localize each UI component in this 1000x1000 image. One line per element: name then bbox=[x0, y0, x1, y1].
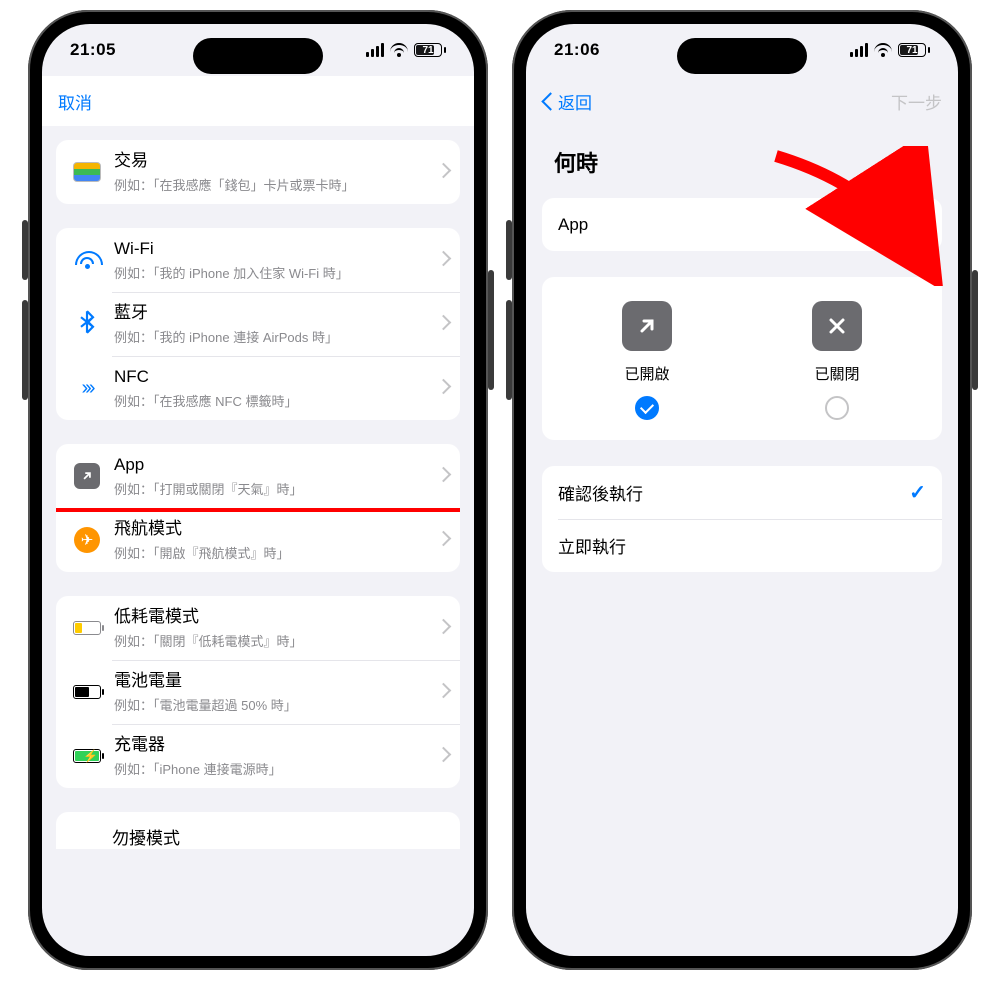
back-button[interactable]: 返回 bbox=[542, 89, 622, 114]
chevron-left-icon bbox=[542, 91, 554, 111]
battery-icon: 71 bbox=[898, 43, 930, 57]
trigger-row-wifi[interactable]: Wi-Fi 例如：「我的 iPhone 加入住家 Wi-Fi 時」 bbox=[56, 228, 460, 292]
trigger-row-charger[interactable]: ⚡ 充電器 例如：「iPhone 連接電源時」 bbox=[56, 724, 460, 788]
trigger-row-wallet[interactable]: 交易 例如：「在我感應「錢包」卡片或票卡時」 bbox=[56, 140, 460, 204]
chevron-right-icon bbox=[438, 253, 446, 267]
low-power-icon bbox=[73, 621, 101, 635]
wifi-icon bbox=[390, 43, 408, 57]
trigger-row-lowpower[interactable]: 低耗電模式 例如：「關閉『低耗電模式』時」 bbox=[56, 596, 460, 660]
status-time: 21:05 bbox=[70, 40, 116, 60]
chevron-right-icon bbox=[438, 533, 446, 547]
trigger-row-dnd[interactable]: 勿擾模式 bbox=[56, 812, 460, 849]
chevron-right-icon bbox=[438, 317, 446, 331]
phone-frame-left: 21:05 71 取消 bbox=[28, 10, 488, 970]
chevron-right-icon bbox=[438, 165, 446, 179]
section-title: 何時 bbox=[526, 126, 958, 188]
row-subtitle: 例如：「在我感應「錢包」卡片或票卡時」 bbox=[114, 175, 438, 194]
screen-left: 21:05 71 取消 bbox=[42, 24, 474, 956]
option-closed[interactable]: 已關閉 bbox=[767, 301, 907, 420]
list-group: 低耗電模式 例如：「關閉『低耗電模式』時」 電池電量 例如：「電池電量超過 50… bbox=[56, 596, 460, 788]
dynamic-island bbox=[677, 38, 807, 74]
radio-opened[interactable] bbox=[635, 396, 659, 420]
cellular-icon bbox=[366, 43, 384, 57]
close-icon bbox=[812, 301, 862, 351]
wallet-icon bbox=[73, 162, 101, 182]
trigger-list[interactable]: 交易 例如：「在我感應「錢包」卡片或票卡時」 Wi-Fi 例如：「我的 iPho… bbox=[42, 126, 474, 956]
chevron-right-icon bbox=[438, 749, 446, 763]
run-immediate-row[interactable]: 立即執行 bbox=[542, 519, 942, 572]
bluetooth-icon bbox=[78, 310, 96, 338]
battery-level-icon bbox=[73, 685, 101, 699]
app-open-icon bbox=[74, 463, 100, 489]
nav-bar: 取消 bbox=[42, 76, 474, 126]
status-time: 21:06 bbox=[554, 40, 600, 60]
nav-bar: 返回 下一步 bbox=[526, 76, 958, 126]
row-title: 交易 bbox=[114, 150, 438, 172]
checkmark-icon: ✓ bbox=[909, 480, 926, 505]
cellular-icon bbox=[850, 43, 868, 57]
option-opened[interactable]: 已開啟 bbox=[577, 301, 717, 420]
radio-closed[interactable] bbox=[825, 396, 849, 420]
app-label: App bbox=[558, 215, 588, 235]
nfc-icon: ››› bbox=[82, 377, 93, 400]
choose-button[interactable]: 選擇 bbox=[892, 212, 926, 237]
chevron-right-icon bbox=[438, 685, 446, 699]
wifi-trigger-icon bbox=[75, 251, 99, 269]
trigger-row-battery-level[interactable]: 電池電量 例如：「電池電量超過 50% 時」 bbox=[56, 660, 460, 724]
run-mode-card: 確認後執行 ✓ 立即執行 bbox=[542, 466, 942, 572]
wifi-icon bbox=[874, 43, 892, 57]
cancel-button[interactable]: 取消 bbox=[58, 89, 92, 114]
list-group: 交易 例如：「在我感應「錢包」卡片或票卡時」 bbox=[56, 140, 460, 204]
trigger-row-airplane[interactable]: ✈ 飛航模式 例如：「開啟『飛航模式』時」 bbox=[56, 508, 460, 572]
next-button[interactable]: 下一步 bbox=[891, 89, 942, 114]
arrow-up-right-icon bbox=[622, 301, 672, 351]
battery-icon: 71 bbox=[414, 43, 446, 57]
chevron-right-icon bbox=[438, 381, 446, 395]
trigger-row-bluetooth[interactable]: 藍牙 例如：「我的 iPhone 連接 AirPods 時」 bbox=[56, 292, 460, 356]
screen-right: 21:06 71 返回 下一步 bbox=[526, 24, 958, 956]
automation-config: 何時 App 選擇 已開啟 bbox=[526, 126, 958, 956]
chevron-right-icon bbox=[438, 469, 446, 483]
run-confirm-row[interactable]: 確認後執行 ✓ bbox=[542, 466, 942, 519]
list-group: App 例如：「打開或關閉『天氣』時」 ✈ 飛航模式 例如：「開啟『飛航模式』時… bbox=[56, 444, 460, 572]
app-selector-card: App 選擇 bbox=[542, 198, 942, 251]
phone-frame-right: 21:06 71 返回 下一步 bbox=[512, 10, 972, 970]
airplane-icon: ✈ bbox=[74, 527, 100, 553]
chevron-right-icon bbox=[438, 621, 446, 635]
trigger-row-app[interactable]: App 例如：「打開或關閉『天氣』時」 bbox=[56, 444, 460, 508]
state-options-card: 已開啟 已關閉 bbox=[542, 277, 942, 440]
app-selector-row[interactable]: App 選擇 bbox=[542, 198, 942, 251]
dynamic-island bbox=[193, 38, 323, 74]
list-group: Wi-Fi 例如：「我的 iPhone 加入住家 Wi-Fi 時」 藍牙 例如：… bbox=[56, 228, 460, 420]
charger-icon: ⚡ bbox=[73, 749, 101, 763]
trigger-row-nfc[interactable]: ››› NFC 例如：「在我感應 NFC 標籤時」 bbox=[56, 356, 460, 420]
